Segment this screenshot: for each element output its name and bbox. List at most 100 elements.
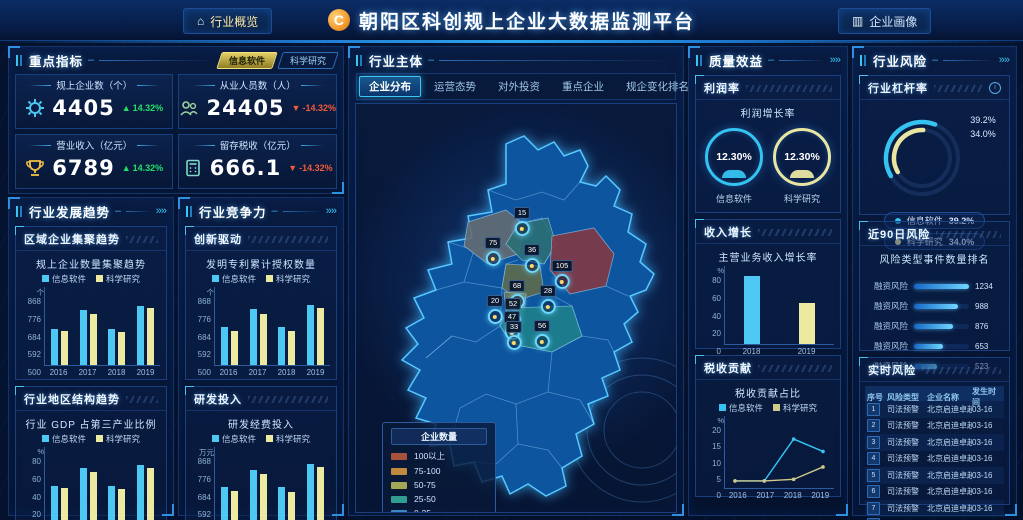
hbar-row: 融资风险988 (870, 300, 999, 312)
table-row[interactable]: 6司法预警北京启迪卓越科技有限公司03-16 (865, 484, 1004, 501)
legend-item: 科学研究 (266, 433, 310, 445)
pin-icon (488, 309, 503, 324)
bar (260, 314, 267, 365)
bar (307, 464, 314, 520)
nav-enterprise-profile-label: 企业画像 (869, 13, 917, 30)
profit-gauge: 12.30%科学研究 (773, 128, 831, 205)
panel-risk: 行业风险 – »» 行业杠杆率 i 39.2% 34.0% 信息软件39.2%科… (852, 46, 1017, 516)
bar (118, 489, 125, 520)
panel-title-icon (356, 55, 364, 66)
bar (221, 327, 228, 365)
map-marker[interactable]: 75 (485, 232, 501, 266)
map-legend-item: 75-100 (391, 466, 487, 476)
section-rd-investment: 研发投入 研发经费投入信息软件科学研究万元8687766845925002016… (185, 386, 337, 520)
map-legend: 企业数量 100以上75-10050-7525-500-25 (382, 422, 496, 513)
pin-icon (554, 274, 569, 289)
pin-icon (525, 258, 540, 273)
chart-title: 利润增长率 (696, 105, 840, 120)
chart-patents: 发明专利累计授权数量信息软件科学研究个868776684592500201620… (186, 256, 336, 379)
row-index: 6 (867, 485, 880, 498)
district-map: 15753610568282052473356 企业数量 100以上75-100… (355, 103, 677, 513)
table-header-row: 序号风险类型企业名称发生时间 (865, 386, 1004, 401)
legend-item: 信息软件 (42, 433, 86, 445)
map-marker[interactable]: 20 (487, 290, 503, 324)
stat-card-delta: ▼-14.32% (288, 163, 332, 173)
section-title: 行业杠杆率 (868, 80, 928, 96)
bar (147, 308, 154, 365)
stat-card: 营业收入（亿元）6789▲14.32% (15, 134, 173, 189)
company-name: 北京启迪卓越科技有限公司 (927, 437, 972, 448)
hbar-row: 融资风险876 (870, 320, 999, 332)
info-icon[interactable]: i (989, 82, 1001, 94)
tab-重点企业[interactable]: 重点企业 (553, 77, 613, 96)
chart-title: 研发经费投入 (186, 416, 336, 431)
stat-card-label: 留存税收（亿元） (193, 138, 323, 152)
tab-对外投资[interactable]: 对外投资 (489, 77, 549, 96)
nav-enterprise-profile[interactable]: ▥ 企业画像 (838, 8, 931, 34)
map-legend-title: 企业数量 (391, 428, 487, 445)
panel-title-icon (186, 206, 194, 217)
tab-规企变化排名[interactable]: 规企变化排名 (617, 77, 698, 96)
table-row[interactable]: 5司法预警北京启迪卓越科技有限公司03-16 (865, 467, 1004, 484)
filter-科学研究[interactable]: 科学研究 (277, 52, 339, 69)
indicator-filters: 信息软件科学研究 (219, 52, 336, 69)
chart-income-growth: 主营业务收入增长率%80604020020182019 (696, 249, 840, 358)
chart-title: 行业 GDP 占第三产业比例 (16, 416, 166, 431)
tab-企业分布[interactable]: 企业分布 (359, 76, 421, 97)
company-name: 北京启迪卓越科技有限公司 (927, 420, 972, 431)
section-region-structure: 行业地区结构趋势 行业 GDP 占第三产业比例信息软件科学研究%80604020… (15, 386, 167, 520)
filter-信息软件[interactable]: 信息软件 (216, 52, 278, 69)
legend-item: 信息软件 (42, 273, 86, 285)
map-marker[interactable]: 33 (506, 316, 522, 350)
map-marker[interactable]: 28 (540, 280, 556, 314)
profit-gauges: 12.30%信息软件12.30%科学研究 (696, 122, 840, 207)
bar (278, 487, 285, 520)
trophy-icon (25, 158, 45, 178)
company-name: 北京启迪卓越科技有限公司 (927, 486, 972, 497)
hbar-row: 融资风险1234 (870, 280, 999, 292)
bar (260, 474, 267, 520)
panel-quality: 质量效益 – »» 利润率 利润增长率 12.30%信息软件12.30%科学研究… (688, 46, 848, 516)
row-index: 7 (867, 502, 880, 515)
dashboard: C 朝阳区科创规上企业大数据监测平台 ⌂ 行业概览 ▥ 企业画像 重点指标 – … (0, 0, 1023, 520)
bar (250, 470, 257, 520)
section-leverage: 行业杠杆率 i 39.2% 34.0% 信息软件39.2%科学研究34.0% (859, 75, 1010, 215)
table-row[interactable]: 8司法预警北京启迪卓越科技有限公司03-16 (865, 517, 1004, 520)
table-row[interactable]: 3司法预警北京启迪卓越科技有限公司03-16 (865, 434, 1004, 451)
legend-item: 科学研究 (266, 273, 310, 285)
legend-item: 科学研究 (96, 433, 140, 445)
panel-title-icon (860, 55, 868, 66)
chart-title: 税收贡献占比 (696, 385, 840, 400)
company-name: 北京启迪卓越科技有限公司 (927, 453, 972, 464)
people-icon (179, 98, 199, 118)
table-row[interactable]: 2司法预警北京启迪卓越科技有限公司03-16 (865, 418, 1004, 435)
map-marker[interactable]: 56 (534, 315, 550, 349)
bar (231, 491, 238, 520)
company-name: 北京启迪卓越科技有限公司 (927, 404, 972, 415)
stat-cards: 规上企业数（个）4405▲14.32%从业人员数（人）24405▼-14.32%… (9, 71, 343, 192)
section-innovation: 创新驱动 发明专利累计授权数量信息软件科学研究个8687766845925002… (185, 226, 337, 380)
tab-运营态势[interactable]: 运营态势 (425, 77, 485, 96)
chart-tax-share: 税收贡献占比信息软件科学研究%201510502016201720182019 (696, 385, 840, 502)
expand-icon[interactable]: »» (156, 205, 166, 217)
section-title: 近90日风险 (868, 226, 930, 242)
expand-icon[interactable]: »» (326, 205, 336, 217)
panel-key-indicators: 重点指标 – 信息软件科学研究 规上企业数（个）4405▲14.32%从业人员数… (8, 46, 344, 194)
panel-title-icon (16, 206, 24, 217)
chart-rd-spending: 研发经费投入信息软件科学研究万元868776684592500201620172… (186, 416, 336, 520)
section-realtime-risk: 实时风险 序号风险类型企业名称发生时间1司法预警北京启迪卓越科技有限公司03-1… (859, 357, 1010, 505)
nav-industry-overview[interactable]: ⌂ 行业概览 (183, 8, 272, 34)
panel-title: 行业发展趋势 (29, 202, 110, 221)
table-row[interactable]: 7司法预警北京启迪卓越科技有限公司03-16 (865, 500, 1004, 517)
legend-item: 科学研究 (96, 273, 140, 285)
expand-icon[interactable]: »» (999, 54, 1009, 66)
chart-title: 主营业务收入增长率 (696, 249, 840, 264)
row-index: 2 (867, 419, 880, 432)
map-marker[interactable]: 36 (524, 239, 540, 273)
table-row[interactable]: 4司法预警北京启迪卓越科技有限公司03-16 (865, 451, 1004, 468)
section-income-growth: 收入增长 主营业务收入增长率%80604020020182019 (695, 219, 841, 349)
map-marker[interactable]: 15 (514, 202, 530, 236)
expand-icon[interactable]: »» (830, 54, 840, 66)
bar (231, 331, 238, 365)
stat-card: 规上企业数（个）4405▲14.32% (15, 74, 173, 129)
